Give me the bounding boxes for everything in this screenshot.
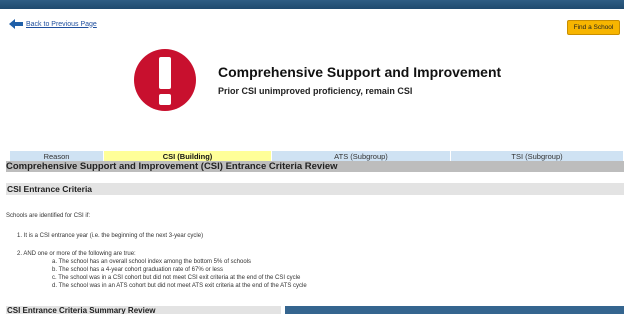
exclamation-circle-icon bbox=[134, 49, 196, 111]
criteria-title: CSI Entrance Criteria bbox=[6, 183, 624, 195]
back-link-label[interactable]: Back to Previous Page bbox=[26, 21, 97, 28]
criteria-subitem-b: b. The school has a 4-year cohort gradua… bbox=[52, 267, 223, 273]
alert-subtitle: Prior CSI unimproved proficiency, remain… bbox=[218, 86, 413, 96]
back-link[interactable]: Back to Previous Page bbox=[9, 17, 97, 31]
alert-title: Comprehensive Support and Improvement bbox=[218, 64, 502, 80]
criteria-item-2: 2. AND one or more of the following are … bbox=[17, 251, 136, 257]
criteria-subitem-d: d. The school was in an ATS cohort but d… bbox=[52, 283, 307, 289]
back-arrow-icon bbox=[9, 19, 23, 29]
criteria-subitem-a: a. The school has an overall school inde… bbox=[52, 259, 252, 265]
criteria-item-1: 1. It is a CSI entrance year (i.e. the b… bbox=[17, 233, 204, 239]
summary-title: CSI Entrance Criteria Summary Review bbox=[6, 306, 281, 314]
criteria-subitem-c: c. The school was in a CSI cohort but di… bbox=[52, 275, 301, 281]
top-banner bbox=[0, 0, 624, 9]
section-title: Comprehensive Support and Improvement (C… bbox=[6, 161, 624, 172]
find-school-button[interactable]: Find a School bbox=[567, 20, 620, 35]
criteria-intro: Schools are identified for CSI if: bbox=[6, 213, 91, 219]
criteria-sublist: a. The school has an overall school inde… bbox=[52, 258, 307, 290]
summary-panel bbox=[285, 306, 624, 314]
